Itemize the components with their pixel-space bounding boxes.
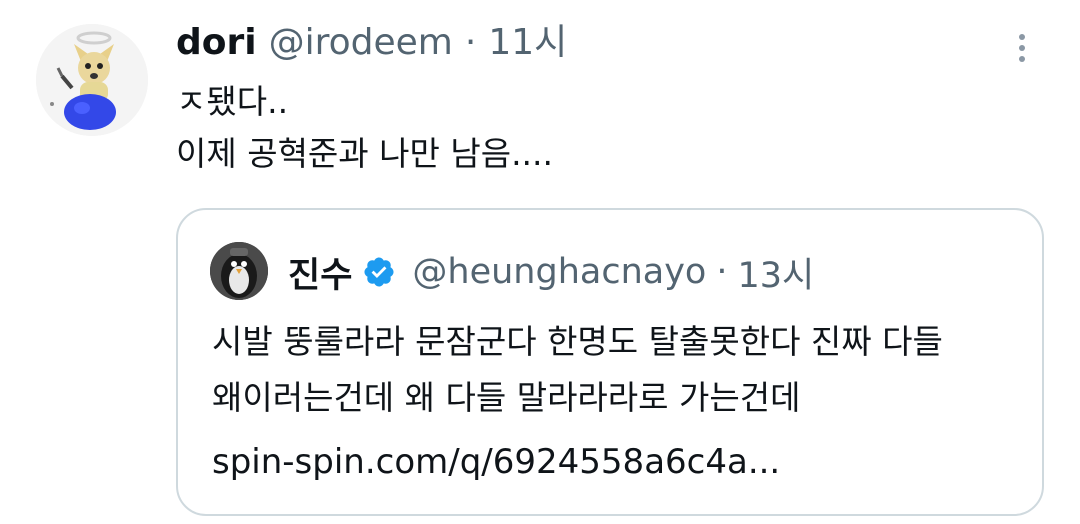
quoted-author-display-name[interactable]: 진수 xyxy=(288,247,352,298)
tweet[interactable]: dori @irodeem · 11시 ㅈ됐다.. 이제 공혁준과 나만 남음.… xyxy=(0,0,1080,524)
author-handle[interactable]: @irodeem xyxy=(269,20,453,66)
tweet-header: dori @irodeem · 11시 xyxy=(176,20,567,66)
quoted-tweet-text-line: 시발 뚱룰라라 문잠군다 한명도 탈출못한다 진짜 다들 xyxy=(212,322,943,361)
author-display-name[interactable]: dori xyxy=(176,20,257,66)
quoted-tweet-header: 진수 @heunghacnayo · 13시 xyxy=(288,246,814,298)
more-dot xyxy=(1019,56,1025,62)
quoted-author-avatar[interactable] xyxy=(210,242,268,300)
quoted-tweet-text: 시발 뚱룰라라 문잠군다 한명도 탈출못한다 진짜 다들 왜이러는건데 왜 다들… xyxy=(212,314,943,426)
penguin-avatar-icon xyxy=(210,242,268,300)
quoted-tweet-link[interactable]: spin-spin.com/q/6924558a6c4a... xyxy=(212,434,780,490)
tweet-timestamp[interactable]: 11시 xyxy=(488,20,567,66)
quoted-tweet-timestamp[interactable]: 13시 xyxy=(737,247,814,298)
quoted-author-handle[interactable]: @heunghacnayo xyxy=(412,252,706,292)
more-dot xyxy=(1019,34,1025,40)
more-vertical-icon[interactable] xyxy=(1004,28,1040,68)
author-avatar[interactable] xyxy=(36,24,148,136)
more-dot xyxy=(1019,45,1025,51)
verified-badge-icon xyxy=(364,257,394,287)
tweet-text-line: ㅈ됐다.. xyxy=(176,82,289,121)
separator-dot: · xyxy=(716,252,728,292)
tweet-text-line: 이제 공혁준과 나만 남음.... xyxy=(176,134,554,173)
separator-dot: · xyxy=(464,22,477,63)
dog-angel-avatar-icon xyxy=(36,24,148,136)
tweet-text: ㅈ됐다.. 이제 공혁준과 나만 남음.... xyxy=(176,76,553,180)
quoted-tweet-text-line: 왜이러는건데 왜 다들 말라라라로 가는건데 xyxy=(212,378,801,417)
quoted-tweet[interactable]: 진수 @heunghacnayo · 13시 시발 뚱룰라라 문잠군다 한명도 … xyxy=(176,208,1044,516)
